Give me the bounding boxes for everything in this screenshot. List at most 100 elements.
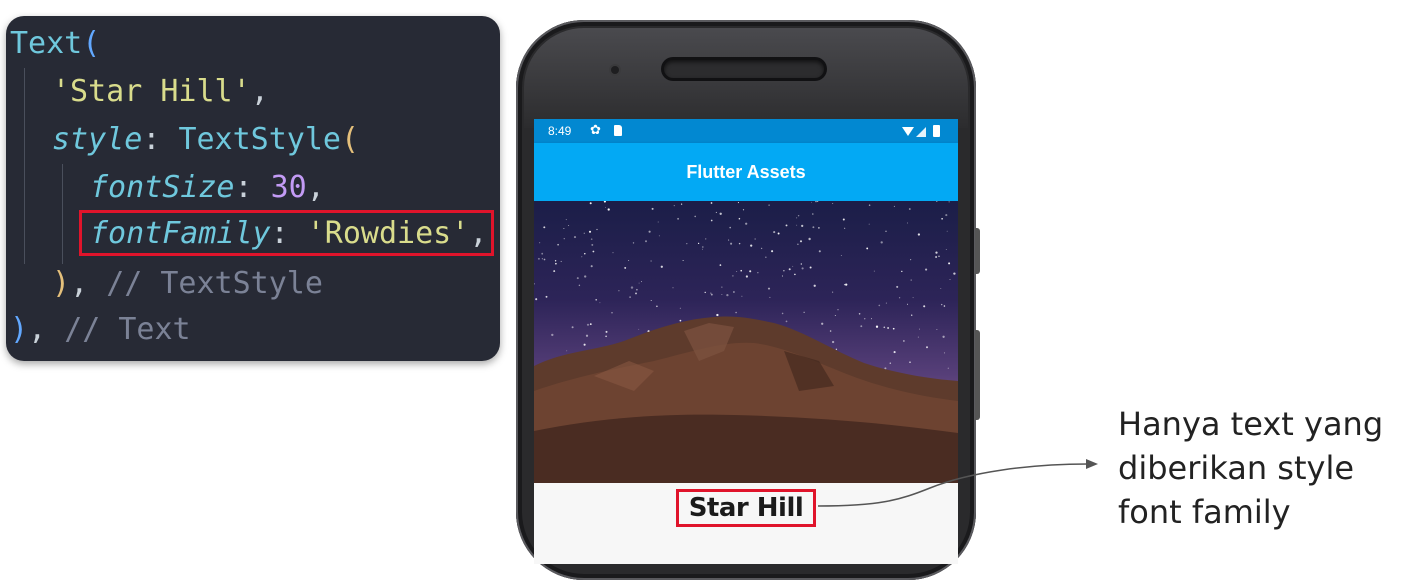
star-dot bbox=[735, 311, 737, 314]
star-dot bbox=[729, 226, 731, 229]
star-dot bbox=[596, 228, 598, 231]
star-dot bbox=[803, 311, 805, 313]
star-dot bbox=[581, 256, 583, 258]
code-token: , bbox=[70, 266, 107, 301]
star-dot bbox=[883, 326, 886, 329]
code-token: fontSize bbox=[90, 170, 235, 205]
star-dot bbox=[721, 286, 723, 288]
arrowhead-icon bbox=[1086, 459, 1098, 469]
code-token: : bbox=[234, 170, 271, 205]
indent-guide bbox=[24, 68, 25, 264]
star-dot bbox=[948, 262, 951, 265]
star-dot bbox=[578, 284, 581, 287]
star-dot bbox=[702, 248, 703, 250]
star-dot bbox=[945, 249, 947, 250]
star-dot bbox=[832, 291, 834, 293]
star-dot bbox=[697, 242, 700, 245]
star-dot bbox=[599, 302, 601, 304]
star-dot bbox=[583, 343, 586, 346]
code-editor-panel: Text('Star Hill', style: TextStyle(fontSi… bbox=[6, 16, 500, 361]
star-dot bbox=[898, 297, 901, 299]
star-dot bbox=[628, 259, 630, 262]
star-dot bbox=[878, 304, 881, 307]
star-dot bbox=[679, 307, 681, 309]
star-dot bbox=[840, 254, 842, 256]
star-dot bbox=[910, 259, 912, 261]
star-dot bbox=[541, 258, 543, 260]
star-dot bbox=[710, 219, 713, 222]
code-token: 'Star Hill' bbox=[52, 74, 251, 109]
star-dot bbox=[945, 214, 948, 217]
star-dot bbox=[887, 327, 890, 329]
star-dot bbox=[589, 202, 592, 205]
star-dot bbox=[797, 214, 800, 217]
star-dot bbox=[845, 283, 848, 286]
star-dot bbox=[842, 218, 845, 221]
star-dot bbox=[584, 275, 587, 278]
star-dot bbox=[624, 266, 627, 269]
star-dot bbox=[844, 227, 846, 229]
star-dot bbox=[801, 267, 804, 270]
star-dot bbox=[704, 291, 706, 294]
star-dot bbox=[935, 256, 938, 258]
star-dot bbox=[605, 330, 608, 333]
star-dot bbox=[635, 292, 637, 295]
code-token: ) bbox=[10, 312, 29, 347]
code-line: fontSize: 30, bbox=[90, 164, 325, 212]
code-token: TextStyle bbox=[178, 122, 341, 157]
phone-top-bezel bbox=[524, 28, 968, 128]
star-dot bbox=[808, 237, 811, 241]
annotation-line: Hanya text yang bbox=[1118, 405, 1384, 443]
star-dot bbox=[710, 202, 713, 204]
star-dot bbox=[777, 232, 780, 235]
star-dot bbox=[768, 204, 770, 206]
star-dot bbox=[585, 334, 589, 337]
star-dot bbox=[893, 351, 896, 354]
star-dot bbox=[875, 325, 879, 328]
star-dot bbox=[837, 309, 839, 311]
star-dot bbox=[612, 252, 614, 254]
star-dot bbox=[906, 303, 909, 305]
star-dot bbox=[638, 282, 640, 284]
star-dot bbox=[809, 266, 812, 269]
star-dot bbox=[563, 238, 565, 240]
star-dot bbox=[648, 230, 651, 233]
star-dot bbox=[783, 270, 785, 272]
star-hill-image bbox=[534, 201, 958, 483]
star-dot bbox=[719, 212, 722, 215]
star-dot bbox=[679, 319, 682, 322]
star-dot bbox=[551, 333, 554, 337]
star-dot bbox=[917, 336, 919, 338]
settings-gear-icon: ✿ bbox=[590, 122, 601, 137]
star-dot bbox=[912, 297, 914, 299]
star-dot bbox=[767, 287, 771, 290]
star-dot bbox=[656, 305, 658, 308]
star-dot bbox=[586, 323, 590, 326]
star-dot bbox=[925, 268, 928, 271]
star-dot bbox=[943, 305, 946, 307]
star-dot bbox=[893, 205, 895, 207]
fontfamily-highlight-box bbox=[79, 210, 494, 256]
star-dot bbox=[832, 203, 834, 204]
star-dot bbox=[800, 263, 802, 265]
volume-button bbox=[975, 330, 980, 420]
star-dot bbox=[811, 201, 812, 203]
star-dot bbox=[901, 270, 903, 273]
star-dot bbox=[909, 361, 911, 363]
star-dot bbox=[568, 224, 570, 227]
star-dot bbox=[590, 265, 593, 268]
code-token: : bbox=[142, 122, 179, 157]
star-dot bbox=[719, 264, 722, 266]
star-dot bbox=[636, 288, 638, 291]
star-dot bbox=[630, 286, 634, 289]
star-dot bbox=[866, 247, 869, 250]
star-dot bbox=[592, 250, 595, 253]
star-dot bbox=[534, 283, 535, 285]
star-hill-text: Star Hill bbox=[676, 489, 816, 527]
star-dot bbox=[926, 346, 928, 349]
star-dot bbox=[813, 284, 816, 287]
star-dot bbox=[821, 322, 824, 325]
star-dot bbox=[873, 270, 875, 272]
star-dot bbox=[773, 231, 776, 234]
star-dot bbox=[788, 268, 791, 271]
